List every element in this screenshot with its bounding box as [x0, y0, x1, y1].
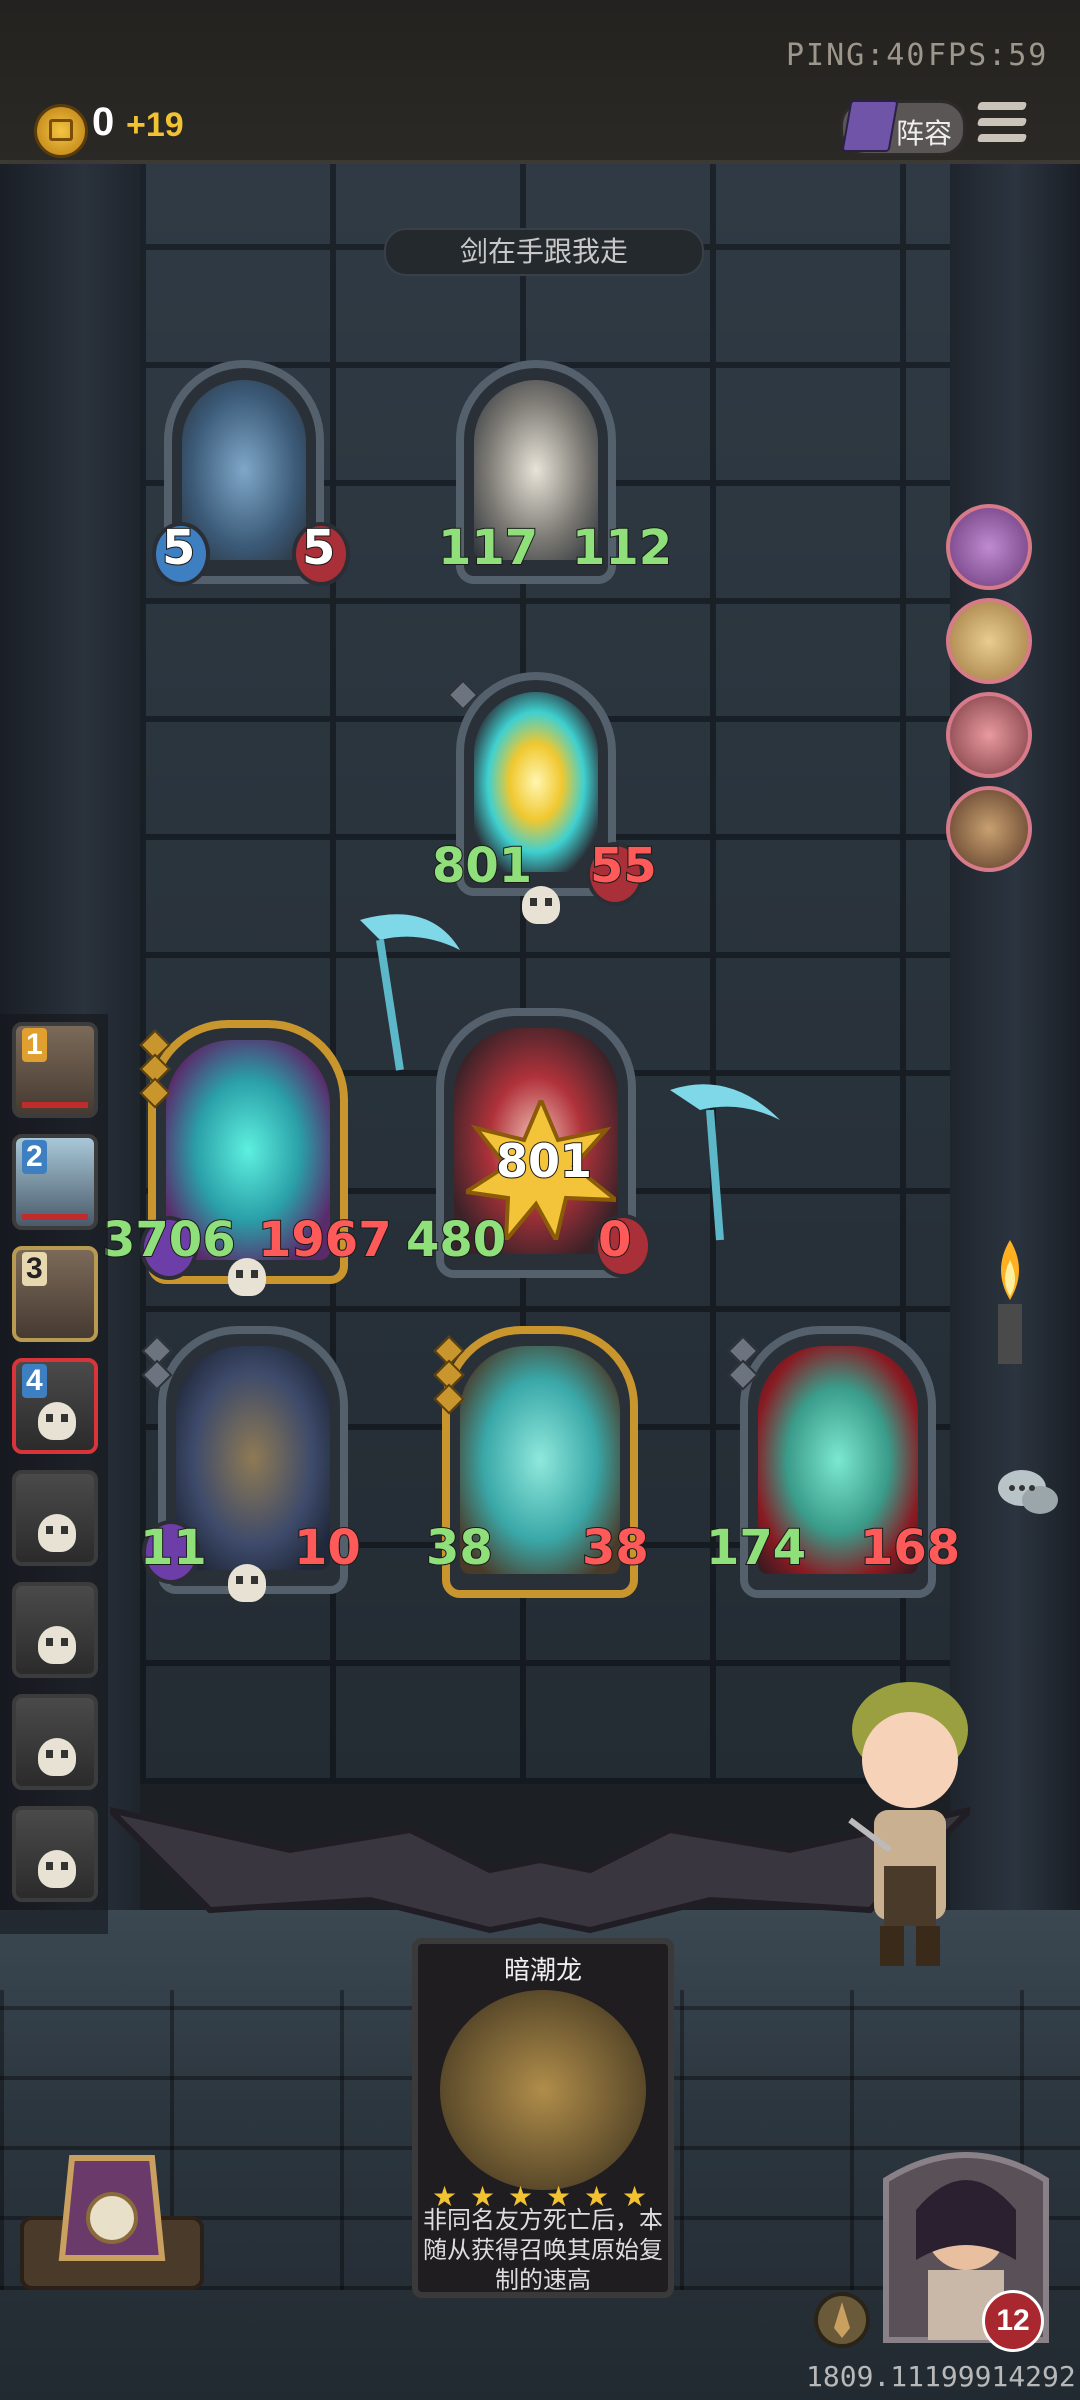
coordinate-readout: 1809.11199914292: [806, 2360, 1076, 2393]
slot-number: 4: [22, 1364, 47, 1398]
player-health: 12: [982, 2290, 1044, 2352]
star-icon: ★: [546, 2181, 572, 2212]
right-pillar: [950, 164, 1080, 1924]
attack-value: 801: [431, 837, 533, 895]
attack-value: 11: [139, 1519, 208, 1577]
slot-number: 1: [22, 1028, 47, 1062]
attack-value: 174: [705, 1519, 807, 1577]
skull-icon: [228, 1258, 266, 1296]
attack-value: 3706: [101, 1211, 237, 1269]
star-icon: ★: [508, 2181, 534, 2212]
health-value: 5: [301, 519, 336, 577]
shopkeeper-character[interactable]: [830, 1670, 990, 1980]
relic-altar[interactable]: [12, 2148, 212, 2298]
skull-icon: [38, 1626, 76, 1664]
skull-icon: [228, 1564, 266, 1602]
rail-slot-8[interactable]: [12, 1806, 98, 1902]
star-icon: ★: [622, 2181, 648, 2212]
rail-slot-2[interactable]: 2: [12, 1134, 98, 1230]
rail-slot-3[interactable]: 3: [12, 1246, 98, 1342]
lineup-label: 阵容: [896, 118, 953, 149]
rail-slot-5[interactable]: [12, 1470, 98, 1566]
star-icon: ★: [584, 2181, 610, 2212]
attack-value: 38: [425, 1519, 494, 1577]
fps-readout: FPS:59: [928, 38, 1049, 73]
attack-value: 117: [437, 519, 539, 577]
chat-icon[interactable]: [996, 1466, 1060, 1522]
item-slot-4[interactable]: [946, 786, 1032, 872]
ping-readout: PING:40: [786, 38, 927, 73]
star-icon: ★: [470, 2181, 496, 2212]
slot-health-bar: [22, 1214, 88, 1220]
health-value: 0: [597, 1211, 632, 1269]
attack-value: 5: [161, 519, 196, 577]
health-value: 168: [859, 1519, 961, 1577]
skull-icon: [38, 1514, 76, 1552]
health-value: 112: [571, 519, 673, 577]
rail-slot-1[interactable]: 1: [12, 1022, 98, 1118]
health-value: 1967: [257, 1211, 393, 1269]
health-value: 10: [293, 1519, 362, 1577]
menu-icon[interactable]: [976, 102, 1028, 148]
item-slot-2[interactable]: [946, 598, 1032, 684]
torch-icon: [998, 1240, 1022, 1364]
star-icon: ★: [432, 2181, 458, 2212]
health-value: 55: [589, 837, 658, 895]
item-slot-3[interactable]: [946, 692, 1032, 778]
book-icon: [841, 100, 899, 152]
skull-icon: [38, 1850, 76, 1888]
gold-coin-icon: [34, 104, 88, 158]
slot-number: 3: [22, 1252, 47, 1286]
skull-icon: [522, 886, 560, 924]
dragon-portrait: [440, 1990, 646, 2190]
rail-slot-6[interactable]: [12, 1582, 98, 1678]
hero-power-icon[interactable]: [812, 2290, 872, 2350]
slot-number: 2: [22, 1140, 47, 1174]
health-value: 38: [581, 1519, 650, 1577]
gold-amount: 0: [92, 100, 115, 144]
rail-slot-7[interactable]: [12, 1694, 98, 1790]
battle-banner: 剑在手跟我走: [384, 228, 704, 276]
damage-popup: 801: [495, 1133, 593, 1189]
item-slot-1[interactable]: [946, 504, 1032, 590]
skull-icon: [38, 1738, 76, 1776]
rail-slot-4[interactable]: 4: [12, 1358, 98, 1454]
scythe-icon: [670, 1084, 780, 1241]
attack-value: 480: [405, 1211, 507, 1269]
detail-card-description: 非同名友方死亡后，本随从获得召唤其原始复制的速高: [423, 2207, 663, 2294]
skull-icon: [38, 1402, 76, 1440]
slot-health-bar: [22, 1102, 88, 1108]
detail-card-title: 暗潮龙: [503, 1955, 582, 1985]
gold-income: +19: [126, 106, 184, 144]
